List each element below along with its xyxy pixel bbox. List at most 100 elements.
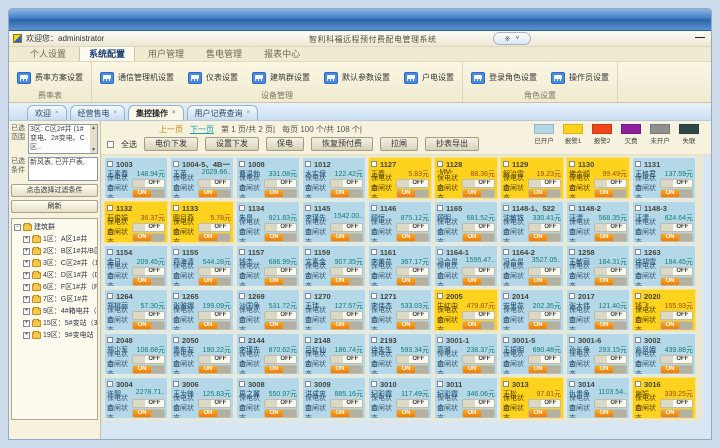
protect-toggle[interactable]: OFF xyxy=(594,223,627,232)
expand-icon[interactable]: + xyxy=(23,272,30,279)
scroll-down-icon[interactable]: ▼ xyxy=(90,147,97,153)
protect-toggle[interactable]: OFF xyxy=(528,267,561,276)
ribbon-item[interactable]: 通信管理机设置 xyxy=(100,72,174,84)
close-toggle[interactable]: ON xyxy=(462,233,495,242)
card-checkbox[interactable] xyxy=(371,381,377,387)
card-checkbox[interactable] xyxy=(173,161,179,167)
protect-toggle[interactable]: OFF xyxy=(396,179,429,188)
card-checkbox[interactable] xyxy=(437,161,443,167)
close-toggle[interactable]: ON xyxy=(396,365,429,374)
card-checkbox[interactable] xyxy=(107,249,113,255)
card-checkbox[interactable] xyxy=(371,205,377,211)
skin-selector[interactable]: ※ ˅ xyxy=(493,32,531,45)
selected-condition-box[interactable]: 新风表, 已开户表, xyxy=(28,157,98,181)
close-toggle[interactable]: ON xyxy=(330,321,363,330)
card-checkbox[interactable] xyxy=(173,337,179,343)
close-toggle[interactable]: ON xyxy=(660,365,693,374)
refresh-button[interactable]: 刷新 xyxy=(11,200,98,213)
close-toggle[interactable]: ON xyxy=(198,189,231,198)
card-checkbox[interactable] xyxy=(305,161,311,167)
card-checkbox[interactable] xyxy=(173,205,179,211)
selected-range-list[interactable]: 3区: C区2#井 (1#变电、2#变电、C区.. ▲ ▼ xyxy=(28,124,98,154)
close-icon[interactable]: × xyxy=(114,110,118,116)
scroll-up-icon[interactable]: ▲ xyxy=(90,125,97,131)
close-toggle[interactable]: ON xyxy=(660,189,693,198)
close-toggle[interactable]: ON xyxy=(462,277,495,286)
close-toggle[interactable]: ON xyxy=(264,277,297,286)
close-toggle[interactable]: ON xyxy=(330,233,363,242)
tree-node-5[interactable]: +7区：G区1#井 xyxy=(14,293,97,305)
protect-toggle[interactable]: OFF xyxy=(198,267,231,276)
card-checkbox[interactable] xyxy=(107,337,113,343)
ribbon-item[interactable]: 仪表设置 xyxy=(188,72,238,84)
close-toggle[interactable]: ON xyxy=(132,277,165,286)
ribbon-item[interactable]: 登录角色设置 xyxy=(471,72,537,84)
ribbon-item[interactable]: 默认参数设置 xyxy=(324,72,390,84)
card-checkbox[interactable] xyxy=(437,381,443,387)
protect-toggle[interactable]: OFF xyxy=(660,311,693,320)
card-checkbox[interactable] xyxy=(635,205,641,211)
protect-toggle[interactable]: OFF xyxy=(660,223,693,232)
protect-toggle[interactable]: OFF xyxy=(132,267,165,276)
protect-toggle[interactable]: OFF xyxy=(198,311,231,320)
ribbon-item[interactable]: 户电设置 xyxy=(404,72,454,84)
toolbar-button-3[interactable]: 恢复预付费 xyxy=(311,137,373,151)
close-toggle[interactable]: ON xyxy=(396,409,429,418)
range-scrollbar[interactable]: ▲ ▼ xyxy=(90,125,97,153)
toolbar-button-2[interactable]: 保电 xyxy=(266,137,304,151)
protect-toggle[interactable]: OFF xyxy=(330,223,363,232)
close-toggle[interactable]: ON xyxy=(132,409,165,418)
card-checkbox[interactable] xyxy=(569,381,575,387)
protect-toggle[interactable]: OFF xyxy=(330,355,363,364)
card-checkbox[interactable] xyxy=(503,293,509,299)
ribbon-tab-4[interactable]: 报表中心 xyxy=(255,46,309,61)
close-toggle[interactable]: ON xyxy=(528,233,561,242)
doc-tab-3[interactable]: 用户记费查询× xyxy=(187,105,259,120)
close-toggle[interactable]: ON xyxy=(660,409,693,418)
close-toggle[interactable]: ON xyxy=(462,365,495,374)
protect-toggle[interactable]: OFF xyxy=(462,223,495,232)
protect-toggle[interactable]: OFF xyxy=(528,355,561,364)
protect-toggle[interactable]: OFF xyxy=(462,267,495,276)
protect-toggle[interactable]: OFF xyxy=(198,355,231,364)
close-toggle[interactable]: ON xyxy=(198,365,231,374)
card-checkbox[interactable] xyxy=(503,161,509,167)
choose-filter-button[interactable]: 点击选择过滤条件 xyxy=(11,184,98,197)
protect-toggle[interactable]: OFF xyxy=(660,267,693,276)
card-checkbox[interactable] xyxy=(635,381,641,387)
chevron-down-icon[interactable]: ˅ xyxy=(515,35,519,42)
close-toggle[interactable]: ON xyxy=(528,321,561,330)
close-toggle[interactable]: ON xyxy=(528,365,561,374)
expand-icon[interactable]: + xyxy=(23,320,30,327)
protect-toggle[interactable]: OFF xyxy=(594,311,627,320)
card-checkbox[interactable] xyxy=(107,381,113,387)
protect-toggle[interactable]: OFF xyxy=(594,179,627,188)
card-checkbox[interactable] xyxy=(503,205,509,211)
card-checkbox[interactable] xyxy=(305,205,311,211)
expand-icon[interactable]: + xyxy=(23,260,30,267)
card-checkbox[interactable] xyxy=(635,337,641,343)
close-toggle[interactable]: ON xyxy=(594,409,627,418)
protect-toggle[interactable]: OFF xyxy=(264,179,297,188)
protect-toggle[interactable]: OFF xyxy=(330,179,363,188)
close-toggle[interactable]: ON xyxy=(462,321,495,330)
next-page-link[interactable]: 下一页 xyxy=(190,124,214,135)
protect-toggle[interactable]: OFF xyxy=(594,399,627,408)
tree-root[interactable]: −建筑群 xyxy=(14,221,97,233)
close-toggle[interactable]: ON xyxy=(132,233,165,242)
close-toggle[interactable]: ON xyxy=(264,409,297,418)
protect-toggle[interactable]: OFF xyxy=(198,223,231,232)
protect-toggle[interactable]: OFF xyxy=(396,355,429,364)
ribbon-tab-0[interactable]: 个人设置 xyxy=(21,46,75,61)
tree-node-1[interactable]: +2区：B区1#井/B区1#井 xyxy=(14,245,97,257)
doc-tab-0[interactable]: 欢迎× xyxy=(27,105,67,120)
close-toggle[interactable]: ON xyxy=(462,189,495,198)
protect-toggle[interactable]: OFF xyxy=(528,223,561,232)
card-checkbox[interactable] xyxy=(173,249,179,255)
protect-toggle[interactable]: OFF xyxy=(198,179,231,188)
close-icon[interactable]: × xyxy=(55,110,59,116)
card-checkbox[interactable] xyxy=(239,337,245,343)
ribbon-item[interactable]: 操作员设置 xyxy=(551,72,609,84)
card-checkbox[interactable] xyxy=(569,249,575,255)
card-checkbox[interactable] xyxy=(239,381,245,387)
